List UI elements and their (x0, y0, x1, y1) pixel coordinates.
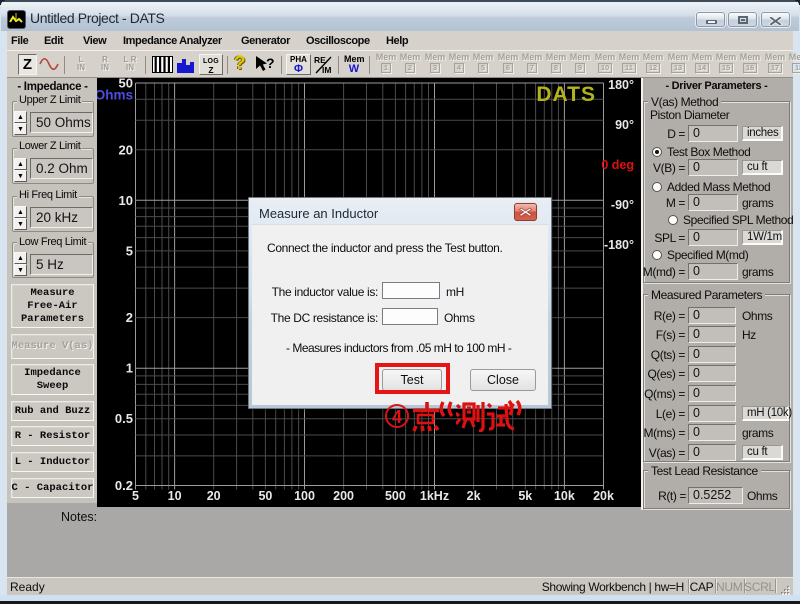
svg-text:200: 200 (333, 489, 354, 503)
svg-text:50: 50 (258, 489, 272, 503)
svg-text:5: 5 (126, 243, 133, 258)
svg-text:IM: IM (322, 65, 331, 75)
svg-text:?: ? (266, 55, 275, 71)
svg-text:100: 100 (294, 489, 315, 503)
svg-text:5: 5 (132, 489, 139, 503)
svg-text:20: 20 (119, 142, 133, 157)
svg-text:20: 20 (207, 489, 221, 503)
svg-text:Ohms: Ohms (97, 88, 133, 103)
svg-text:10k: 10k (554, 489, 575, 503)
svg-text:180°: 180° (608, 78, 634, 92)
svg-text:2: 2 (126, 310, 133, 325)
svg-text:20k: 20k (593, 489, 614, 503)
svg-text:1: 1 (126, 361, 133, 376)
svg-text:0.5: 0.5 (115, 411, 133, 426)
svg-text:10: 10 (119, 193, 133, 208)
svg-text:5k: 5k (518, 489, 532, 503)
svg-text:0.2: 0.2 (115, 478, 133, 493)
svg-text:1kHz: 1kHz (420, 489, 449, 503)
svg-text:10: 10 (168, 489, 182, 503)
svg-text:500: 500 (385, 489, 406, 503)
svg-text:2k: 2k (467, 489, 481, 503)
svg-text:DATS: DATS (536, 83, 596, 106)
